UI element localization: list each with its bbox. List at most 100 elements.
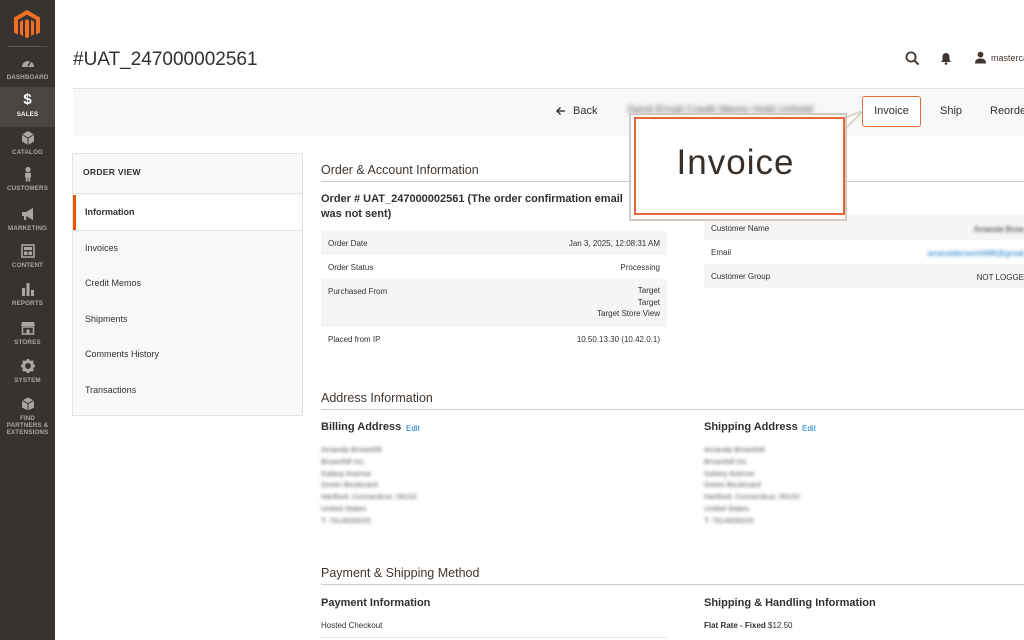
section-rule [321, 584, 1024, 585]
table-row: Purchased From Target Target Target Stor… [321, 279, 667, 327]
row-key: Placed from IP [328, 335, 381, 344]
table-row: Placed from IP 10.50.13.30 (10.42.0.1) [321, 327, 667, 351]
sidebar-item-find-partners[interactable]: FIND PARTNERS & EXTENSIONS [0, 396, 55, 440]
address-line: Brownhill Inc. [321, 456, 366, 466]
billing-edit-link[interactable]: Edit [406, 424, 420, 433]
bell-icon[interactable] [940, 52, 952, 65]
section-rule [321, 409, 1024, 410]
tab-invoices[interactable]: Invoices [73, 231, 302, 266]
shipping-method-name: Flat Rate - Fixed [704, 621, 766, 630]
gear-icon [20, 359, 35, 373]
megaphone-icon [21, 208, 33, 220]
sidebar-item-sales[interactable]: $ SALES [0, 87, 55, 127]
box-icon [21, 397, 34, 411]
table-row: Order Status Processing [321, 255, 667, 279]
address-line: Amanda Brownhill [704, 445, 765, 454]
address-line: Hartford, Connecticut, 06102 [321, 492, 417, 502]
row-value: Jan 3, 2025, 12:08:31 AM [568, 239, 660, 248]
shipping-handling-title: Shipping & Handling Information [704, 597, 876, 609]
shipping-edit-link[interactable]: Edit [802, 424, 816, 433]
sidebar-item-label: CONTENT [11, 262, 44, 269]
admin-username[interactable]: masterca [991, 53, 1024, 63]
sidebar-item-catalog[interactable]: CATALOG [0, 130, 55, 168]
sidebar-item-marketing[interactable]: MARKETING [0, 206, 55, 244]
table-row: Order Date Jan 3, 2025, 12:08:31 AM [321, 231, 667, 255]
row-value: 10.50.13.30 (10.42.0.1) [576, 335, 660, 344]
row-key: Customer Group [711, 272, 771, 281]
row-divider [321, 637, 667, 638]
address-line: Green Boulevard [321, 480, 378, 490]
address-line: United States [704, 503, 750, 513]
shipping-method: Flat Rate - Fixed $12.50 [704, 621, 793, 630]
bar-chart-icon [21, 283, 34, 296]
sidebar-item-stores[interactable]: STORES [0, 320, 55, 358]
row-key: Order Date [328, 239, 368, 248]
address-line: Amanda Brownhill [321, 445, 382, 454]
cube-icon [21, 131, 34, 145]
invoice-button[interactable]: Invoice [862, 96, 921, 127]
row-value-lines: Target Target Target Store View [597, 285, 660, 320]
person-icon [24, 166, 31, 182]
email-link[interactable]: amandabrownhill88@gmail [927, 248, 1024, 260]
magento-logo[interactable] [14, 10, 40, 40]
sidebar-item-reports[interactable]: REPORTS [0, 281, 55, 319]
row-value: Processing [620, 263, 660, 272]
sidebar-item-customers[interactable]: CUSTOMERS [0, 166, 55, 204]
sidebar-item-label: CATALOG [12, 149, 43, 156]
store-icon [20, 322, 35, 335]
address-line: T: 7614639225 [321, 515, 371, 525]
tab-shipments[interactable]: Shipments [73, 302, 302, 337]
row-value: NOT LOGGE [976, 273, 1024, 282]
ship-button[interactable]: Ship [940, 105, 962, 117]
row-key: Customer Name [711, 224, 770, 233]
address-line: Green Boulevard [704, 480, 761, 490]
arrow-left-icon [556, 107, 565, 115]
back-button[interactable]: Back [573, 105, 597, 117]
payment-info-title: Payment Information [321, 597, 431, 609]
sidebar-divider [8, 46, 47, 47]
user-icon[interactable] [974, 51, 987, 64]
tab-transactions[interactable]: Transactions [73, 373, 302, 408]
page-title: #UAT_247000002561 [73, 49, 258, 70]
shipping-address-title: Shipping Address [704, 421, 798, 433]
address-line: T: 7614639225 [704, 515, 754, 525]
reorder-button[interactable]: Reorde [990, 105, 1024, 117]
address-line: Galaxy Avenue [704, 468, 755, 478]
sidebar-item-label: MARKETING [7, 225, 48, 232]
sidebar-item-label: REPORTS [11, 300, 44, 307]
layout-icon [20, 244, 35, 258]
shipping-address-block: Amanda Brownhill Brownhill Inc. Galaxy A… [704, 444, 800, 527]
row-value-line: Target Store View [597, 309, 660, 318]
row-key: Purchased From [328, 287, 388, 296]
payment-method: Hosted Checkout [321, 621, 383, 630]
sidebar-item-label: FIND PARTNERS & EXTENSIONS [6, 415, 49, 436]
callout-label: Invoice [676, 143, 795, 182]
admin-sidebar: DASHBOARD $ SALES CATALOG CUSTOMERS MARK… [0, 0, 55, 640]
sidebar-item-system[interactable]: SYSTEM [0, 358, 55, 396]
table-row: Customer Group NOT LOGGE [704, 264, 1024, 288]
address-line: Galaxy Avenue [321, 468, 372, 478]
row-value: Amanda Brow [973, 225, 1024, 234]
order-heading: Order # UAT_247000002561 (The order conf… [321, 193, 623, 220]
row-value-line: Target [637, 297, 660, 307]
dashboard-icon [21, 60, 34, 67]
address-line: Hartford, Connecticut, 06102 [704, 492, 800, 502]
payment-shipping-section-title: Payment & Shipping Method [321, 566, 480, 580]
sidebar-item-label: DASHBOARD [6, 74, 49, 81]
billing-address-block: Amanda Brownhill Brownhill Inc. Galaxy A… [321, 444, 417, 527]
tab-divider [73, 193, 302, 194]
tab-comments-history[interactable]: Comments History [73, 337, 302, 372]
row-key: Order Status [328, 263, 374, 272]
tab-credit-memos[interactable]: Credit Memos [73, 266, 302, 301]
sidebar-item-label: STORES [14, 339, 41, 346]
sidebar-item-content[interactable]: CONTENT [0, 243, 55, 281]
sidebar-item-label: CUSTOMERS [6, 185, 49, 192]
address-line: Brownhill Inc. [704, 456, 749, 466]
billing-address-title: Billing Address [321, 421, 402, 433]
dollar-icon: $ [23, 91, 32, 108]
row-key: Email [711, 248, 732, 257]
row-value-line: Target [637, 286, 660, 295]
tab-information[interactable]: Information [73, 195, 302, 230]
sidebar-item-label: SYSTEM [14, 377, 41, 384]
search-icon[interactable] [905, 51, 920, 66]
